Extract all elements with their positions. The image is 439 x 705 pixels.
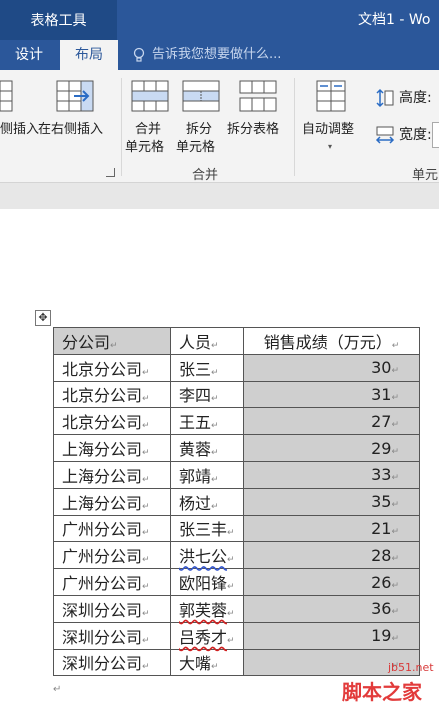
table-cell[interactable]: 广州分公司↵ <box>53 568 171 596</box>
table-row: 广州分公司↵ 张三丰↵ 21↵ <box>53 514 420 543</box>
row-height-icon <box>376 88 394 108</box>
table-row: 深圳分公司↵ 吕秀才↵ 19↵ <box>53 621 420 650</box>
document-title: 文档1 - Wo <box>358 12 431 28</box>
table-cell[interactable]: 北京分公司↵ <box>53 353 171 382</box>
table-cell[interactable]: 33↵ <box>243 460 420 489</box>
merge-cells-button[interactable]: 合并 单元格 <box>125 80 173 158</box>
ruler-band <box>0 183 439 209</box>
table-cell[interactable]: 欧阳锋↵ <box>170 568 244 596</box>
watermark-site: jb51.net <box>388 661 434 674</box>
split-cells-label-2: 单元格 <box>176 140 216 155</box>
table-cell[interactable]: 上海分公司↵ <box>53 487 171 516</box>
table-cell[interactable]: 杨过↵ <box>170 487 244 516</box>
table-row: 北京分公司↵ 王五↵ 27↵ <box>53 407 420 436</box>
tell-me-search[interactable]: 告诉我您想要做什么... <box>132 40 281 70</box>
table-cell[interactable]: 张三↵ <box>170 353 244 382</box>
table-cell[interactable]: 30↵ <box>243 353 420 382</box>
table-cell[interactable]: 26↵ <box>243 568 420 596</box>
ribbon-separator <box>121 78 122 176</box>
merge-cells-label-2: 单元格 <box>125 140 165 155</box>
insert-right-button[interactable]: 在右侧插入 <box>36 80 116 140</box>
table-row: 上海分公司↵ 黄蓉↵ 29↵ <box>53 434 420 462</box>
insert-left-button[interactable]: 侧插入 <box>0 80 39 140</box>
tab-design[interactable]: 设计 <box>0 40 58 70</box>
table-row: 北京分公司↵ 李四↵ 31↵ <box>53 380 420 409</box>
width-input[interactable] <box>432 122 439 148</box>
cell-size-group-label: 单元 <box>412 168 439 183</box>
tell-me-placeholder: 告诉我您想要做什么... <box>152 47 282 62</box>
split-table-button[interactable]: 拆分表格 <box>227 80 289 140</box>
table-cell[interactable]: 27↵ <box>243 407 420 436</box>
table-cell[interactable]: 北京分公司↵ <box>53 407 171 436</box>
tab-layout[interactable]: 布局 <box>60 40 118 70</box>
table-header-row: 分公司↵ 人员↵ 销售成绩（万元）↵ <box>53 327 420 355</box>
header-cell[interactable]: 销售成绩（万元）↵ <box>243 327 420 355</box>
dialog-launcher-icon[interactable] <box>106 168 115 177</box>
table-cell[interactable]: 上海分公司↵ <box>53 434 171 462</box>
header-cell[interactable]: 人员↵ <box>170 327 244 355</box>
ribbon-separator <box>294 78 295 176</box>
table-cell[interactable]: 深圳分公司↵ <box>53 621 171 650</box>
table-tools-context-tab: 表格工具 <box>0 0 117 40</box>
table-cell[interactable]: 35↵ <box>243 487 420 516</box>
merge-cells-icon <box>131 80 169 112</box>
autofit-label: 自动调整 <box>302 122 355 137</box>
table-cell[interactable]: 广州分公司↵ <box>53 541 171 570</box>
insert-left-icon <box>0 80 13 112</box>
table-cell[interactable]: 深圳分公司↵ <box>53 648 171 677</box>
merge-cells-label-1: 合并 <box>135 122 162 137</box>
table-cell[interactable]: 洪七公↵ <box>170 541 244 570</box>
table-row: 广州分公司↵ 欧阳锋↵ 26↵ <box>53 568 420 596</box>
table-cell[interactable]: 36↵ <box>243 594 420 623</box>
merge-group-label: 合并 <box>192 168 219 183</box>
table-move-handle-icon[interactable]: ✥ <box>35 310 51 326</box>
table-row: 深圳分公司↵ 大嘴↵ ↵ <box>53 648 420 677</box>
insert-right-icon <box>56 80 94 112</box>
table-cell[interactable]: 广州分公司↵ <box>53 514 171 543</box>
table-row: 北京分公司↵ 张三↵ 30↵ <box>53 353 420 382</box>
table-cell[interactable]: 吕秀才↵ <box>170 621 244 650</box>
table-cell[interactable]: 19↵ <box>243 621 420 650</box>
autofit-icon <box>316 80 346 112</box>
table-cell[interactable]: 深圳分公司↵ <box>53 594 171 623</box>
table-cell[interactable]: 郭芙蓉↵ <box>170 594 244 623</box>
table-cell[interactable]: 张三丰↵ <box>170 514 244 543</box>
table-row: 上海分公司↵ 杨过↵ 35↵ <box>53 487 420 516</box>
table-cell[interactable]: 上海分公司↵ <box>53 460 171 489</box>
width-label: 宽度: <box>399 127 432 143</box>
table-row: 上海分公司↵ 郭靖↵ 33↵ <box>53 460 420 489</box>
paragraph-mark: ↵ <box>53 684 62 695</box>
autofit-button[interactable]: 自动调整 ▾ <box>300 80 364 160</box>
split-cells-button[interactable]: 拆分 单元格 <box>176 80 224 158</box>
split-cells-icon <box>182 80 220 112</box>
split-table-icon <box>239 80 277 112</box>
table-cell[interactable]: 北京分公司↵ <box>53 380 171 409</box>
table-cell[interactable]: 李四↵ <box>170 380 244 409</box>
table-row: 广州分公司↵ 洪七公↵ 28↵ <box>53 541 420 570</box>
header-cell[interactable]: 分公司↵ <box>53 327 171 355</box>
table-cell[interactable]: 29↵ <box>243 434 420 462</box>
table-row: 深圳分公司↵ 郭芙蓉↵ 36↵ <box>53 594 420 623</box>
watermark-name: 脚本之家 <box>342 680 422 704</box>
column-width-icon <box>375 126 395 144</box>
insert-right-label: 在右侧插入 <box>38 122 104 137</box>
table-cell[interactable]: 郭靖↵ <box>170 460 244 489</box>
split-cells-label-1: 拆分 <box>186 122 213 137</box>
table-cell[interactable]: 31↵ <box>243 380 420 409</box>
split-table-label: 拆分表格 <box>227 122 280 137</box>
chevron-down-icon: ▾ <box>328 142 333 151</box>
table-cell[interactable]: 王五↵ <box>170 407 244 436</box>
table-cell[interactable]: 21↵ <box>243 514 420 543</box>
table-cell[interactable]: 大嘴↵ <box>170 648 244 677</box>
height-label: 高度: <box>399 90 432 106</box>
insert-left-label: 侧插入 <box>0 122 40 137</box>
sales-table[interactable]: 分公司↵ 人员↵ 销售成绩（万元）↵ 北京分公司↵ 张三↵ 30↵ 北京分公司↵… <box>53 327 420 677</box>
table-cell[interactable]: 28↵ <box>243 541 420 570</box>
table-cell[interactable]: 黄蓉↵ <box>170 434 244 462</box>
